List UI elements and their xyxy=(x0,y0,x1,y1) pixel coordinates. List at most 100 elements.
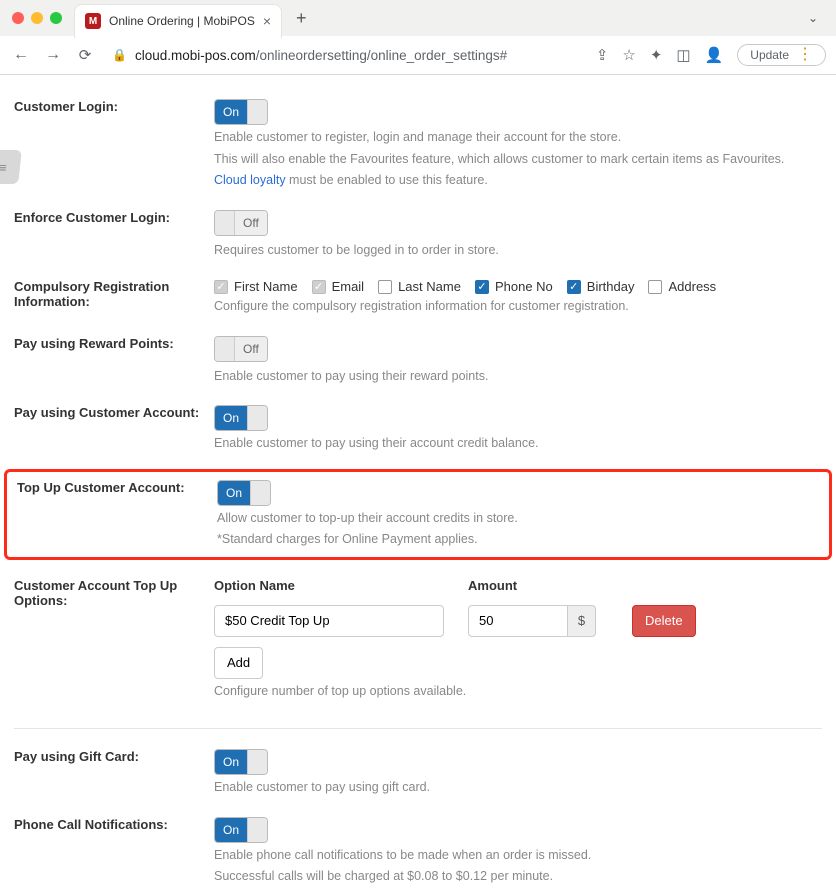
row-gift-card: Pay using Gift Card: On Enable customer … xyxy=(14,739,822,807)
help-customer-login-3: Cloud loyalty must be enabled to use thi… xyxy=(214,172,822,190)
toggle-knob xyxy=(250,481,270,505)
label-compulsory-reg: Compulsory Registration Information: xyxy=(14,279,214,316)
checkbox-label: Birthday xyxy=(587,279,635,294)
help-customer-login-1: Enable customer to register, login and m… xyxy=(214,129,822,147)
sidepanel-icon[interactable]: ◫ xyxy=(676,46,690,64)
label-customer-login: Customer Login: xyxy=(14,99,214,190)
add-button[interactable]: Add xyxy=(214,647,263,679)
bookmark-icon[interactable]: ☆ xyxy=(622,46,635,64)
checkbox-birthday[interactable]: ✓ Birthday xyxy=(567,279,635,294)
toggle-knob xyxy=(215,211,235,235)
back-button[interactable]: ← xyxy=(10,46,32,64)
update-button[interactable]: Update ⋮ xyxy=(737,44,826,66)
tab-overflow-icon[interactable]: ⌄ xyxy=(798,11,828,25)
tab-strip: M Online Ordering | MobiPOS × + ⌄ xyxy=(0,0,836,36)
toggle-knob xyxy=(247,406,267,430)
toggle-knob xyxy=(215,337,235,361)
help-topup-2: *Standard charges for Online Payment app… xyxy=(217,531,819,549)
window-minimize-button[interactable] xyxy=(31,12,43,24)
label-topup: Top Up Customer Account: xyxy=(17,480,217,549)
checkbox-label: Address xyxy=(668,279,716,294)
url-field[interactable]: 🔒 cloud.mobi-pos.com/onlineordersetting/… xyxy=(106,44,586,67)
row-reward-points: Pay using Reward Points: Off Enable cust… xyxy=(14,326,822,396)
delete-button[interactable]: Delete xyxy=(632,605,696,637)
url-path: /onlineordersetting/online_order_setting… xyxy=(256,48,507,63)
browser-tab[interactable]: M Online Ordering | MobiPOS × xyxy=(74,4,282,38)
toggle-on-label: On xyxy=(218,481,250,505)
checkbox-label: First Name xyxy=(234,279,298,294)
label-enforce-login: Enforce Customer Login: xyxy=(14,210,214,260)
input-amount[interactable] xyxy=(468,605,568,637)
help-customer-account: Enable customer to pay using their accou… xyxy=(214,435,822,453)
toggle-on-label: On xyxy=(215,100,247,124)
help-topup-1: Allow customer to top-up their account c… xyxy=(217,510,819,528)
help-enforce-login: Requires customer to be logged in to ord… xyxy=(214,242,822,260)
toggle-customer-account[interactable]: On xyxy=(214,405,268,431)
toggle-knob xyxy=(247,750,267,774)
toggle-topup[interactable]: On xyxy=(217,480,271,506)
address-bar: ← → ⟳ 🔒 cloud.mobi-pos.com/onlineorderse… xyxy=(0,36,836,74)
window-maximize-button[interactable] xyxy=(50,12,62,24)
help-reward-points: Enable customer to pay using their rewar… xyxy=(214,368,822,386)
label-reward-points: Pay using Reward Points: xyxy=(14,336,214,386)
new-tab-button[interactable]: + xyxy=(290,8,313,29)
toolbar-icons: ⇪ ☆ ✦ ◫ 👤 Update ⋮ xyxy=(596,44,826,66)
checkbox-label: Last Name xyxy=(398,279,461,294)
link-cloud-loyalty[interactable]: Cloud loyalty xyxy=(214,173,286,187)
extensions-icon[interactable]: ✦ xyxy=(650,46,663,64)
window-close-button[interactable] xyxy=(12,12,24,24)
toggle-reward-points[interactable]: Off xyxy=(214,336,268,362)
help-customer-login-3-rest: must be enabled to use this feature. xyxy=(286,173,488,187)
drawer-handle[interactable]: ≡ xyxy=(0,150,22,184)
menu-icon[interactable]: ⋮ xyxy=(797,50,813,60)
profile-icon[interactable]: 👤 xyxy=(705,46,724,64)
reload-button[interactable]: ⟳ xyxy=(74,46,96,64)
toggle-on-label: On xyxy=(215,406,247,430)
toggle-enforce-login[interactable]: Off xyxy=(214,210,268,236)
update-label: Update xyxy=(750,48,789,62)
row-customer-login: Customer Login: On Enable customer to re… xyxy=(14,89,822,200)
url-host: cloud.mobi-pos.com xyxy=(135,48,256,63)
checkbox-first-name: ✓ First Name xyxy=(214,279,298,294)
window-controls xyxy=(8,12,66,24)
row-topup: Top Up Customer Account: On Allow custom… xyxy=(17,480,819,549)
highlight-topup: Top Up Customer Account: On Allow custom… xyxy=(4,469,832,560)
divider xyxy=(14,728,822,729)
help-gift-card: Enable customer to pay using gift card. xyxy=(214,779,822,797)
row-phone-notif: Phone Call Notifications: On Enable phon… xyxy=(14,807,822,896)
input-option-name[interactable] xyxy=(214,605,444,637)
label-gift-card: Pay using Gift Card: xyxy=(14,749,214,797)
toggle-customer-login[interactable]: On xyxy=(214,99,268,125)
row-compulsory-reg: Compulsory Registration Information: ✓ Fi… xyxy=(14,269,822,326)
checkbox-address[interactable]: Address xyxy=(648,279,716,294)
toggle-on-label: On xyxy=(215,818,247,842)
checkbox-phone-no[interactable]: ✓Phone No xyxy=(475,279,553,294)
checkbox-last-name[interactable]: Last Name xyxy=(378,279,461,294)
checkbox-label: Phone No xyxy=(495,279,553,294)
favicon: M xyxy=(85,13,101,29)
tab-title: Online Ordering | MobiPOS xyxy=(109,14,255,28)
toggle-gift-card[interactable]: On xyxy=(214,749,268,775)
label-customer-account: Pay using Customer Account: xyxy=(14,405,214,453)
toggle-knob xyxy=(247,818,267,842)
checkbox-box: ✓ xyxy=(214,280,228,294)
row-enforce-login: Enforce Customer Login: Off Requires cus… xyxy=(14,200,822,270)
share-icon[interactable]: ⇪ xyxy=(596,46,609,64)
checkbox-box: ✓ xyxy=(567,280,581,294)
toggle-phone-notif[interactable]: On xyxy=(214,817,268,843)
toggle-knob xyxy=(247,100,267,124)
label-topup-options: Customer Account Top Up Options: xyxy=(14,578,214,701)
tab-close-icon[interactable]: × xyxy=(263,13,271,29)
checkbox-email: ✓Email xyxy=(312,279,365,294)
help-topup-options: Configure number of top up options avail… xyxy=(214,683,822,701)
row-customer-account: Pay using Customer Account: On Enable cu… xyxy=(14,395,822,463)
col-amount: Amount xyxy=(468,578,608,593)
checkbox-group-registration: ✓First Name✓EmailLast Name✓Phone No✓Birt… xyxy=(214,279,822,294)
checkbox-box: ✓ xyxy=(312,280,326,294)
help-compulsory-reg: Configure the compulsory registration in… xyxy=(214,298,822,316)
col-option-name: Option Name xyxy=(214,578,444,593)
toggle-on-label: On xyxy=(215,750,247,774)
forward-button[interactable]: → xyxy=(42,46,64,64)
currency-addon: $ xyxy=(568,605,596,637)
toggle-off-label: Off xyxy=(235,337,267,361)
